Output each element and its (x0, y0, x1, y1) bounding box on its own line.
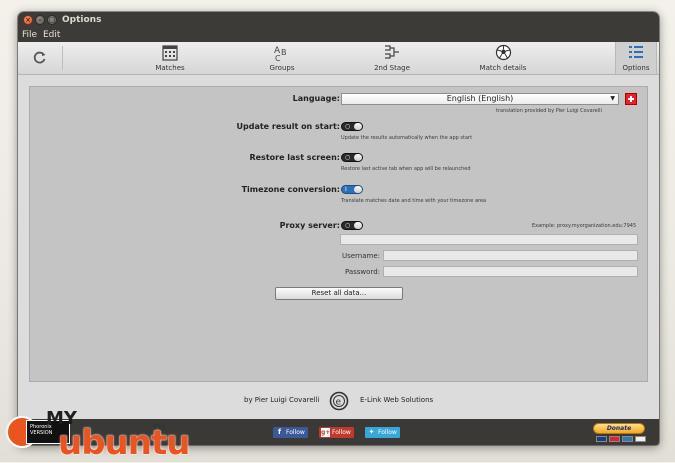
menu-edit[interactable]: Edit (43, 30, 60, 40)
toggle-knob (354, 154, 362, 161)
chevron-down-icon: ▼ (610, 95, 615, 102)
maximize-button[interactable]: □ (47, 15, 57, 25)
twitter-follow-label: Follow (378, 429, 397, 436)
amex-card-icon (622, 436, 633, 442)
close-icon: × (25, 16, 31, 24)
username-label: Username: (341, 252, 380, 260)
toolbar-separator (62, 46, 63, 70)
groups-abc-icon: ABC (252, 44, 312, 62)
menu-bar: File Edit (18, 30, 659, 42)
reset-all-data-button[interactable]: Reset all data... (275, 287, 403, 300)
toggle-knob (354, 123, 362, 130)
tab-2nd-stage-label: 2nd Stage (374, 64, 410, 72)
toggle-off-icon: ○ (345, 154, 351, 161)
update-result-toggle[interactable]: ○ (341, 122, 363, 131)
twitter-bird-icon: ✦ (368, 428, 375, 436)
facebook-follow-label: Follow (286, 429, 305, 436)
watermark-brand: ubuntu (58, 423, 190, 463)
flag-icon[interactable] (625, 93, 637, 105)
timezone-toggle[interactable]: I (341, 185, 363, 194)
toggle-off-icon: ○ (345, 222, 351, 229)
proxy-server-input[interactable] (340, 234, 638, 245)
password-label: Password: (344, 268, 380, 276)
tab-matches[interactable]: Matches (140, 42, 200, 74)
facebook-icon: f (277, 428, 282, 436)
gplus-icon: g+ (321, 428, 331, 437)
window-title: Options (62, 15, 102, 25)
tab-groups[interactable]: ABC Groups (252, 42, 312, 74)
toggle-knob (354, 222, 362, 229)
facebook-follow-button[interactable]: f Follow (273, 427, 308, 438)
donate-button[interactable]: Donate (593, 423, 647, 443)
update-result-description: Update the results automatically when th… (341, 135, 473, 141)
svg-text:B: B (281, 48, 287, 57)
tab-options[interactable]: Options (615, 42, 657, 74)
watermark: Phoronix VERSION MY ubuntu .ru (0, 408, 200, 462)
mastercard-icon (609, 436, 620, 442)
bracket-icon (362, 44, 422, 62)
restore-screen-toggle[interactable]: ○ (341, 153, 363, 162)
svg-text:e: e (336, 398, 342, 408)
language-value: English (English) (446, 94, 514, 103)
maximize-icon: □ (48, 16, 56, 24)
tab-2nd-stage[interactable]: 2nd Stage (362, 42, 422, 74)
tab-matches-label: Matches (155, 64, 185, 72)
gplus-follow-label: Follow (332, 429, 351, 436)
toggle-off-icon: ○ (345, 123, 351, 130)
update-result-label: Update result on start: (236, 122, 341, 131)
minimize-icon: – (38, 16, 42, 24)
donate-label: Donate (593, 423, 645, 434)
card-icon (635, 436, 646, 442)
tab-groups-label: Groups (269, 64, 295, 72)
restore-screen-description: Restore last active tab when app will be… (341, 166, 471, 172)
proxy-example: Example: proxy.myorganization.edu:7945 (532, 223, 637, 229)
refresh-icon (26, 50, 54, 68)
visa-card-icon (596, 436, 607, 442)
close-button[interactable]: × (23, 15, 33, 25)
password-input[interactable] (383, 266, 638, 277)
refresh-button[interactable] (26, 42, 54, 74)
timezone-label: Timezone conversion: (241, 185, 340, 194)
twitter-follow-button[interactable]: ✦ Follow (365, 427, 400, 438)
language-select[interactable]: English (English) ▼ (341, 93, 619, 105)
proxy-label: Proxy server: (279, 221, 340, 230)
list-icon (616, 44, 656, 62)
username-input[interactable] (383, 250, 638, 261)
gplus-follow-button[interactable]: g+ Follow (319, 427, 354, 438)
tab-options-label: Options (622, 64, 650, 72)
toggle-on-icon: I (345, 186, 347, 193)
app-window: × – □ Options File Edit Matches ABC Grou… (18, 12, 659, 445)
tab-match-details[interactable]: Match details (470, 42, 536, 74)
watermark-tld: .ru (150, 420, 165, 433)
translation-credit: translation provided by Pier Luigi Covar… (496, 108, 602, 114)
tab-match-details-label: Match details (479, 64, 527, 72)
toolbar: Matches ABC Groups 2nd Stage Match detai… (18, 42, 659, 75)
toggle-knob (354, 186, 362, 193)
elink-logo-icon: e (329, 391, 349, 411)
minimize-button[interactable]: – (35, 15, 45, 25)
soccer-ball-icon (470, 44, 536, 62)
title-bar: × – □ Options (18, 12, 659, 30)
author-credit: by Pier Luigi Covarelli (244, 396, 320, 404)
language-label: Language: (292, 94, 340, 103)
menu-file[interactable]: File (22, 30, 37, 40)
calendar-icon (140, 44, 200, 62)
company-credit: E-Link Web Solutions (360, 396, 434, 404)
proxy-toggle[interactable]: ○ (341, 221, 363, 230)
svg-text:C: C (275, 54, 281, 62)
timezone-description: Translate matches date and time with you… (341, 198, 487, 204)
options-panel: Language: English (English) ▼ translatio… (29, 86, 648, 382)
restore-screen-label: Restore last screen: (249, 153, 340, 162)
